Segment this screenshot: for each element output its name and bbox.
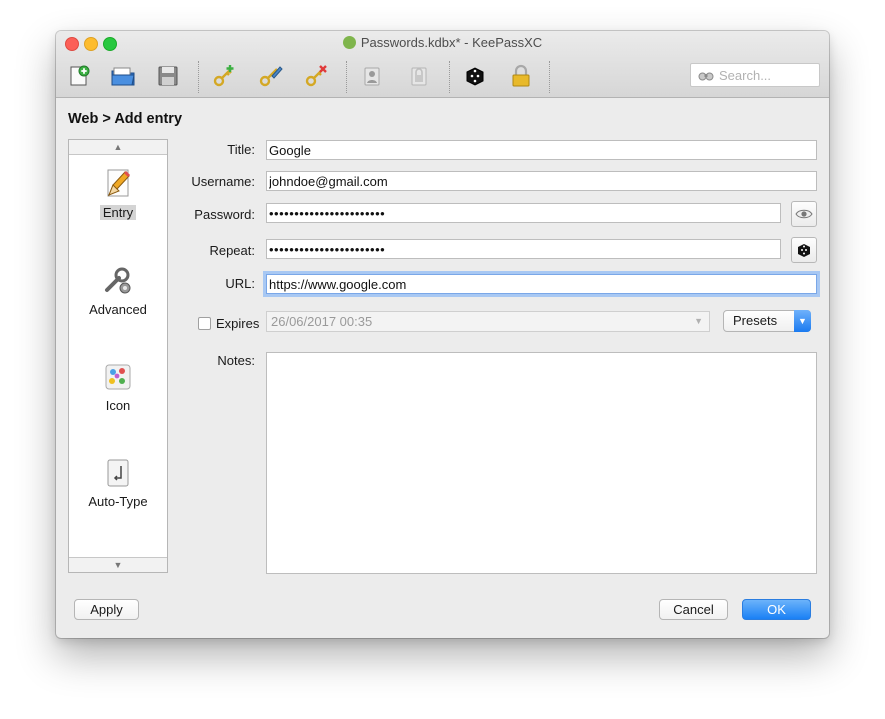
repeat-password-field[interactable] xyxy=(266,239,781,259)
eye-icon xyxy=(795,209,813,219)
copy-username-icon xyxy=(364,67,380,86)
notes-field[interactable] xyxy=(266,352,817,574)
toolbar-separator xyxy=(549,61,550,93)
toggle-password-visibility-button[interactable] xyxy=(791,201,817,227)
lock-database-button[interactable] xyxy=(506,62,536,90)
save-database-icon xyxy=(158,66,178,86)
copy-username-button[interactable] xyxy=(358,62,388,90)
url-label: URL: xyxy=(225,276,255,291)
lock-database-icon xyxy=(512,64,530,87)
add-entry-button[interactable] xyxy=(210,62,240,90)
password-label: Password: xyxy=(194,207,255,222)
expiry-date-value: 26/06/2017 00:35 xyxy=(271,314,373,329)
category-entry[interactable]: Entry xyxy=(69,167,167,220)
cancel-button[interactable]: Cancel xyxy=(659,599,728,620)
expires-label: Expires xyxy=(216,316,260,331)
category-auto-type[interactable]: Auto-Type xyxy=(69,456,167,509)
delete-entry-icon xyxy=(305,65,327,87)
copy-password-button[interactable] xyxy=(404,62,434,90)
category-auto-type-label: Auto-Type xyxy=(88,494,148,509)
category-advanced[interactable]: Advanced xyxy=(69,264,167,317)
password-generator-icon xyxy=(466,67,484,86)
expiry-date-field[interactable]: 26/06/2017 00:35 ▼ xyxy=(266,311,710,332)
username-label: Username: xyxy=(191,174,255,189)
wrench-gear-icon xyxy=(101,264,135,298)
new-database-icon xyxy=(70,65,90,86)
page-title: Web > Add entry xyxy=(68,111,183,127)
password-field[interactable] xyxy=(266,203,781,223)
category-icon[interactable]: Icon xyxy=(69,360,167,413)
scroll-down-button[interactable]: ▼ xyxy=(69,557,167,572)
new-database-button[interactable] xyxy=(64,62,94,90)
title-field[interactable] xyxy=(266,140,817,160)
add-entry-window: Passwords.kdbx* - KeePassXC Search... We… xyxy=(56,31,829,638)
pencil-icon xyxy=(101,167,135,201)
category-entry-label: Entry xyxy=(99,205,137,220)
window-title: Passwords.kdbx* - KeePassXC xyxy=(56,35,829,50)
palette-icon xyxy=(101,360,135,394)
presets-label: Presets xyxy=(733,313,778,328)
edit-entry-icon xyxy=(259,66,283,87)
search-input[interactable] xyxy=(719,67,815,83)
window-title-text: Passwords.kdbx* - KeePassXC xyxy=(360,35,543,50)
keyboard-key-icon xyxy=(101,456,135,490)
toolbar-separator xyxy=(198,61,199,93)
expires-checkbox[interactable] xyxy=(198,317,211,330)
repeat-label: Repeat: xyxy=(209,243,255,258)
edit-entry-button[interactable] xyxy=(256,62,286,90)
toolbar-separator xyxy=(449,61,450,93)
search-icon xyxy=(698,68,714,85)
open-database-icon xyxy=(111,67,135,86)
toolbar-separator xyxy=(346,61,347,93)
username-field[interactable] xyxy=(266,171,817,191)
password-generator-button[interactable] xyxy=(460,62,490,90)
title-bar: Passwords.kdbx* - KeePassXC xyxy=(56,31,829,98)
open-database-button[interactable] xyxy=(108,62,138,90)
presets-dropdown[interactable]: Presets ▼ xyxy=(723,310,811,332)
category-list[interactable]: ▲ Entry Advanced Icon Auto-Type ▼ xyxy=(68,139,168,573)
category-advanced-label: Advanced xyxy=(89,302,147,317)
delete-entry-button[interactable] xyxy=(302,62,332,90)
scroll-up-button[interactable]: ▲ xyxy=(69,140,167,155)
dice-icon xyxy=(798,244,810,257)
generate-password-button[interactable] xyxy=(791,237,817,263)
save-database-button[interactable] xyxy=(153,62,183,90)
add-entry-icon xyxy=(213,65,234,87)
ok-button[interactable]: OK xyxy=(742,599,811,620)
apply-button[interactable]: Apply xyxy=(74,599,139,620)
copy-password-icon xyxy=(411,67,427,86)
url-field[interactable] xyxy=(266,274,817,294)
chevron-down-icon: ▼ xyxy=(694,316,703,326)
keepassxc-app-icon xyxy=(342,36,356,49)
notes-label: Notes: xyxy=(217,353,255,368)
chevron-down-icon: ▼ xyxy=(794,310,811,332)
search-box[interactable] xyxy=(690,63,820,87)
category-icon-label: Icon xyxy=(105,398,131,413)
title-label: Title: xyxy=(227,142,255,157)
